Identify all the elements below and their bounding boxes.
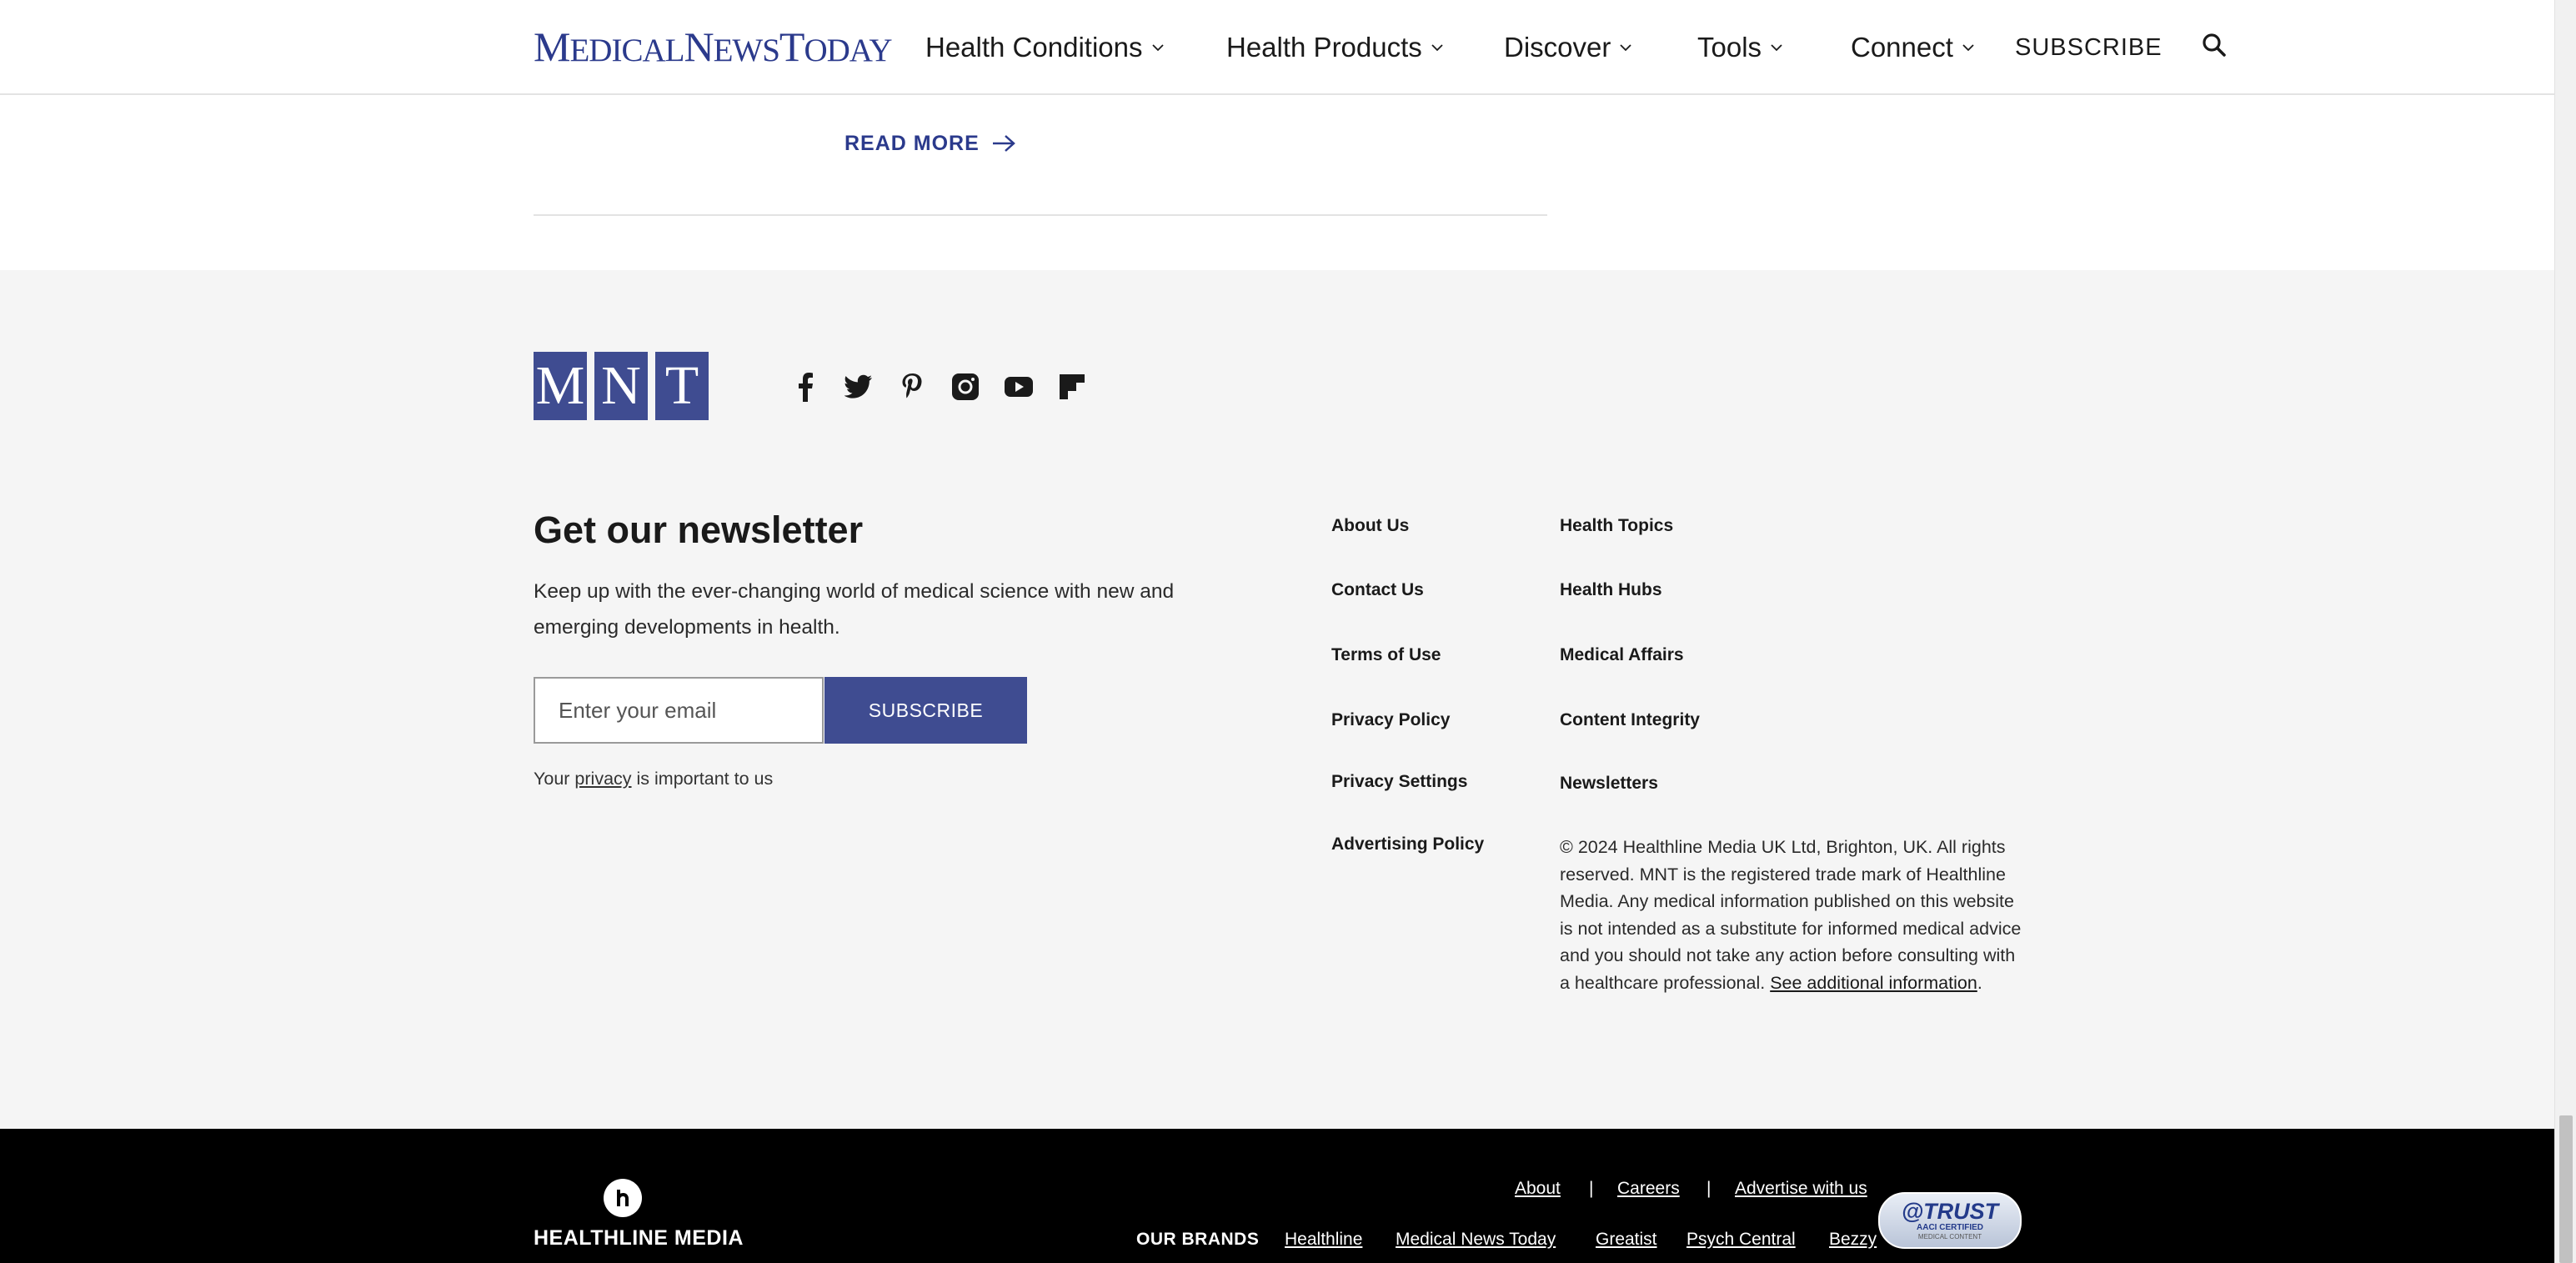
trust-badge-title: @TRUST (1901, 1199, 1999, 1224)
brand-link-medical-news-today[interactable]: Medical News Today (1396, 1230, 1556, 1250)
pinterest-icon[interactable] (885, 370, 939, 403)
chevron-down-icon (1962, 44, 1974, 52)
footer-link-content-integrity[interactable]: Content Integrity (1560, 710, 1700, 730)
footer-link-contact-us[interactable]: Contact Us (1331, 580, 1424, 600)
facebook-icon[interactable] (779, 370, 832, 403)
nav-label: Health Conditions (925, 32, 1143, 63)
top-navigation: MEDICALNEWSTODAY Health Conditions Healt… (0, 0, 2554, 95)
divider (534, 214, 1547, 216)
mnt-logo-letter: T (655, 352, 709, 420)
footer-link-newsletters[interactable]: Newsletters (1560, 774, 1658, 794)
newsletter-subscribe-button[interactable]: SUBSCRIBE (824, 677, 1027, 744)
nav-label: Connect (1851, 32, 1953, 63)
site-logo[interactable]: MEDICALNEWSTODAY (534, 23, 893, 74)
privacy-note: Your privacy is important to us (534, 769, 773, 789)
copyright-text: © 2024 Healthline Media UK Ltd, Brighton… (1560, 834, 2027, 996)
nav-subscribe-button[interactable]: SUBSCRIBE (2015, 25, 2163, 70)
advertise-with-us-link[interactable]: Advertise with us (1735, 1179, 1867, 1199)
healthline-media-logo-text: HEALTHLINE MEDIA (534, 1226, 744, 1250)
about-link[interactable]: About (1515, 1179, 1561, 1199)
logo-letter: T (779, 23, 805, 70)
privacy-link[interactable]: privacy (574, 769, 631, 789)
instagram-icon[interactable] (939, 370, 992, 403)
footer-link-privacy-settings[interactable]: Privacy Settings (1331, 772, 1467, 792)
brand-link-bezzy[interactable]: Bezzy (1829, 1230, 1877, 1250)
footer-link-health-hubs[interactable]: Health Hubs (1560, 580, 1662, 600)
logo-letter: M (534, 23, 570, 70)
careers-link[interactable]: Careers (1617, 1179, 1680, 1199)
trust-certification-badge[interactable]: @TRUST AACI CERTIFIED MEDICAL CONTENT (1878, 1192, 2022, 1249)
footer-link-health-topics[interactable]: Health Topics (1560, 516, 1673, 536)
mnt-logo[interactable]: M N T (534, 352, 709, 420)
footer-link-terms-of-use[interactable]: Terms of Use (1331, 645, 1441, 665)
nav-subscribe-label: SUBSCRIBE (2015, 33, 2163, 61)
nav-health-conditions[interactable]: Health Conditions (925, 25, 1165, 70)
brand-link-healthline[interactable]: Healthline (1285, 1230, 1362, 1250)
nav-label: Health Products (1226, 32, 1422, 63)
nav-connect[interactable]: Connect (1851, 25, 1975, 70)
copyright-end: . (1977, 972, 1982, 993)
additional-information-link[interactable]: See additional information (1770, 973, 1977, 993)
our-brands-label: OUR BRANDS (1136, 1230, 1260, 1249)
chevron-down-icon (1620, 44, 1631, 52)
read-more-link[interactable]: READ MORE (844, 127, 1016, 160)
footer-link-advertising-policy[interactable]: Advertising Policy (1331, 834, 1484, 855)
logo-text: ODAY (804, 33, 892, 68)
healthline-logo-icon[interactable] (604, 1179, 642, 1217)
page-scrollbar[interactable] (2554, 0, 2576, 1263)
privacy-prefix: Your (534, 769, 575, 789)
brand-link-psych-central[interactable]: Psych Central (1686, 1230, 1796, 1250)
youtube-icon[interactable] (992, 370, 1045, 403)
footer-link-medical-affairs[interactable]: Medical Affairs (1560, 645, 1684, 665)
separator: | (1589, 1179, 1594, 1198)
separator: | (1706, 1179, 1711, 1198)
logo-letter: N (684, 23, 714, 70)
newsletter-description: Keep up with the ever-changing world of … (534, 580, 1175, 639)
privacy-suffix: is important to us (631, 769, 774, 789)
newsletter-email-input[interactable] (534, 677, 824, 744)
read-more-label: READ MORE (844, 131, 980, 155)
trust-badge-line: MEDICAL CONTENT (1917, 1233, 1982, 1240)
healthline-media-bar: HEALTHLINE MEDIA About | Careers | Adver… (0, 1129, 2554, 1263)
nav-tools[interactable]: Tools (1697, 25, 1783, 70)
chevron-down-icon (1771, 44, 1782, 52)
nav-discover[interactable]: Discover (1504, 25, 1632, 70)
mnt-logo-letter: M (534, 352, 587, 420)
search-icon[interactable] (2201, 32, 2229, 60)
arrow-right-icon (992, 135, 1015, 152)
chevron-down-icon (1151, 44, 1164, 52)
logo-text: EWS (713, 33, 780, 68)
flipboard-icon[interactable] (1045, 370, 1099, 403)
mnt-logo-letter: N (594, 352, 648, 420)
footer-link-about-us[interactable]: About Us (1331, 516, 1409, 536)
brand-link-greatist[interactable]: Greatist (1596, 1230, 1657, 1250)
trust-badge-line: AACI CERTIFIED (1917, 1223, 1983, 1232)
twitter-icon[interactable] (832, 370, 885, 403)
footer: M N T Get our newsletter Keep up with th… (0, 270, 2554, 1129)
footer-link-privacy-policy[interactable]: Privacy Policy (1331, 710, 1450, 730)
chevron-down-icon (1431, 44, 1443, 52)
nav-label: Tools (1697, 32, 1762, 63)
logo-text: EDICAL (569, 33, 684, 68)
newsletter-title: Get our newsletter (534, 509, 864, 551)
scrollbar-thumb[interactable] (2559, 1115, 2573, 1263)
social-links (779, 370, 1099, 403)
nav-label: Discover (1504, 32, 1611, 63)
copyright-body: © 2024 Healthline Media UK Ltd, Brighton… (1560, 837, 2022, 993)
nav-health-products[interactable]: Health Products (1226, 25, 1444, 70)
